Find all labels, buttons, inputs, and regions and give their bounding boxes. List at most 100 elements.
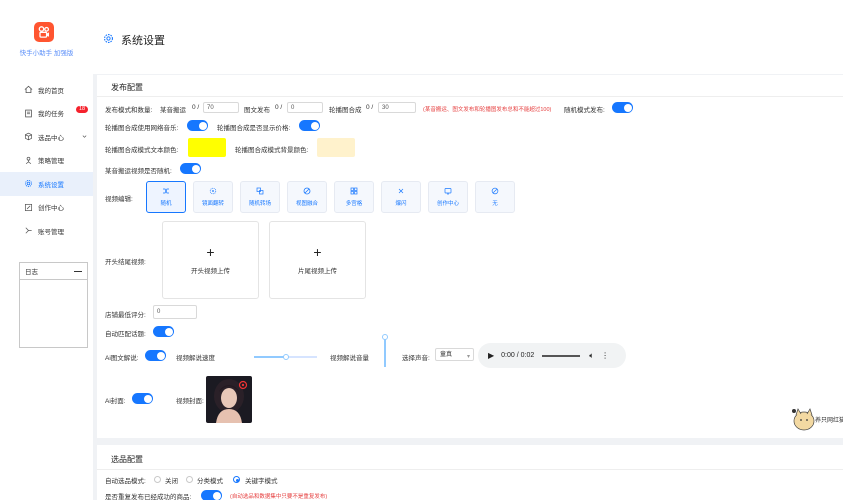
carousel-price-label: 轮播图合成是否显示价格: bbox=[217, 125, 291, 132]
sidebar-item-label: 我的首页 bbox=[38, 87, 64, 95]
ai-text-switch[interactable] bbox=[145, 350, 166, 361]
sidebar-item-tasks[interactable]: 我的任务 18 bbox=[0, 102, 93, 126]
log-header: 日志 bbox=[20, 263, 87, 280]
ai-cover-switch[interactable] bbox=[132, 393, 153, 404]
text-color-label: 轮播图合成模式文本颜色: bbox=[105, 147, 179, 154]
account-icon bbox=[24, 226, 33, 235]
app-name: 快手小助手 加强版 bbox=[19, 50, 74, 57]
radio-off-label: 关闭 bbox=[165, 478, 178, 485]
edit-option-none[interactable]: 无 bbox=[475, 181, 515, 213]
edit-option-grid[interactable]: 多宫格 bbox=[334, 181, 374, 213]
sidebar-item-home[interactable]: 我的首页 bbox=[0, 78, 93, 102]
repeat-publish-label: 是否重复发布已经成功的商品: bbox=[105, 494, 192, 500]
sidebar-item-label: 我的任务 bbox=[38, 111, 64, 119]
volume-icon[interactable]: 🔈︎ bbox=[589, 351, 594, 361]
sidebar-item-label: 账号管理 bbox=[38, 228, 64, 236]
auto-topic-switch[interactable] bbox=[153, 326, 174, 337]
collapse-icon[interactable] bbox=[74, 270, 82, 272]
sidebar-item-label: 系统设置 bbox=[38, 181, 64, 189]
carousel-music-label: 轮播图合成使用网络音乐: bbox=[105, 125, 179, 132]
mirror-icon bbox=[209, 187, 217, 195]
section-title: 选品配置 bbox=[111, 455, 143, 464]
edit-option-mirror[interactable]: 镜面翻转 bbox=[193, 181, 233, 213]
speed-slider-handle[interactable] bbox=[282, 354, 289, 360]
none-icon bbox=[491, 187, 499, 195]
publish-config-card: 发布配置 发布模式和数量: 某音搬运 0 / 70 图文发布 0 / 0 轮播图… bbox=[97, 75, 843, 438]
edit-option-blend[interactable]: 视图融合 bbox=[287, 181, 327, 213]
volume-label: 视频解说音量 bbox=[330, 355, 369, 362]
radio-category[interactable] bbox=[186, 476, 193, 483]
grid-icon bbox=[350, 187, 358, 195]
douyin-label: 某音搬运 bbox=[160, 107, 186, 114]
image-text-quantity-input[interactable]: 0 bbox=[287, 102, 323, 113]
shop-score-label: 店铺最低评分: bbox=[105, 312, 146, 319]
publish-mode-label: 发布模式和数量: bbox=[105, 107, 153, 114]
repeat-publish-note: (自动选品和数据集中只要不是重复发布) bbox=[230, 494, 328, 500]
more-icon[interactable]: ⋮ bbox=[601, 351, 609, 360]
image-text-label: 图文发布 bbox=[244, 107, 270, 114]
random-mode-switch[interactable] bbox=[612, 102, 633, 113]
radio-off[interactable] bbox=[154, 476, 161, 483]
edit-option-random[interactable]: 随机 bbox=[146, 181, 186, 213]
edit-option-transition[interactable]: 随机转场 bbox=[240, 181, 280, 213]
video-cover-image[interactable] bbox=[206, 376, 252, 423]
voice-select[interactable]: 童真 ▾ bbox=[435, 348, 474, 361]
chevron-down-icon: ▾ bbox=[466, 354, 470, 360]
volume-slider-track[interactable] bbox=[384, 337, 386, 367]
sidebar-item-creator[interactable]: 创作中心 bbox=[0, 196, 93, 220]
section-title: 发布配置 bbox=[111, 83, 143, 92]
sidebar-item-products[interactable]: 选品中心 bbox=[0, 125, 93, 149]
play-icon[interactable]: ▶ bbox=[488, 351, 494, 360]
carousel-music-switch[interactable] bbox=[187, 120, 208, 131]
transition-icon bbox=[256, 187, 264, 195]
repeat-publish-switch[interactable] bbox=[201, 490, 222, 500]
audio-player: ▶ 0:00 / 0:02 🔈︎ ⋮ bbox=[478, 343, 626, 368]
douyin-count: 0 / bbox=[192, 104, 200, 111]
sidebar-item-accounts[interactable]: 账号管理 bbox=[0, 219, 93, 243]
random-video-switch[interactable] bbox=[180, 163, 201, 174]
upload-head-video[interactable]: + 开头视频上传 bbox=[162, 221, 259, 299]
product-icon bbox=[24, 132, 33, 141]
sidebar-item-label: 策略管理 bbox=[38, 158, 64, 166]
radio-keyword[interactable] bbox=[233, 476, 240, 483]
shop-score-input[interactable]: 0 bbox=[153, 305, 197, 319]
image-text-count: 0 / bbox=[275, 104, 283, 111]
sidebar-item-label: 选品中心 bbox=[38, 134, 64, 142]
sidebar-item-settings[interactable]: 系统设置 bbox=[0, 172, 93, 196]
upload-tail-video[interactable]: + 片尾视频上传 bbox=[269, 221, 366, 299]
carousel-count: 0 / bbox=[366, 104, 374, 111]
radio-keyword-label: 关键字模式 bbox=[245, 478, 278, 485]
flash-icon bbox=[398, 188, 404, 194]
strategy-icon bbox=[24, 156, 33, 165]
audio-time: 0:00 / 0:02 bbox=[501, 352, 535, 359]
sidebar: 快手小助手 加强版 我的首页 我的任务 18 选品中心 策略管理 系统设置 创作… bbox=[0, 0, 93, 500]
audio-progress[interactable] bbox=[542, 354, 581, 357]
douyin-quantity-input[interactable]: 70 bbox=[203, 102, 239, 113]
home-icon bbox=[24, 85, 33, 94]
sidebar-nav: 我的首页 我的任务 18 选品中心 策略管理 系统设置 创作中心 账号管理 bbox=[0, 78, 93, 243]
gear-icon bbox=[104, 34, 113, 43]
publish-limit-note: (某音搬运、图文发布和轮播图发布总和不能超过100) bbox=[423, 107, 552, 113]
ai-text-label: Ai图文解说: bbox=[105, 355, 139, 362]
blend-icon bbox=[303, 187, 311, 195]
sidebar-item-strategy[interactable]: 策略管理 bbox=[0, 149, 93, 173]
divider bbox=[97, 469, 843, 470]
text-color-swatch[interactable] bbox=[188, 138, 226, 157]
edit-option-creator[interactable]: 创作中心 bbox=[428, 181, 468, 213]
sidebar-item-label: 创作中心 bbox=[38, 205, 64, 213]
ai-cover-label: Ai封面: bbox=[105, 398, 126, 405]
radio-category-label: 分类模式 bbox=[197, 478, 223, 485]
app-logo bbox=[34, 22, 54, 42]
edit-icon bbox=[24, 203, 33, 212]
task-icon bbox=[24, 109, 33, 118]
carousel-price-switch[interactable] bbox=[299, 120, 320, 131]
voice-label: 选择声音: bbox=[402, 355, 430, 362]
volume-slider-handle[interactable] bbox=[382, 334, 388, 340]
video-edit-label: 视频编辑: bbox=[105, 196, 133, 203]
page-title: 系统设置 bbox=[121, 35, 165, 47]
edit-option-flash[interactable]: 爆闪 bbox=[381, 181, 421, 213]
bg-color-swatch[interactable] bbox=[317, 138, 355, 157]
carousel-quantity-input[interactable]: 30 bbox=[378, 102, 416, 113]
kuaishou-logo-icon bbox=[38, 26, 50, 38]
bg-color-label: 轮播图合成模式背景颜色: bbox=[235, 147, 309, 154]
